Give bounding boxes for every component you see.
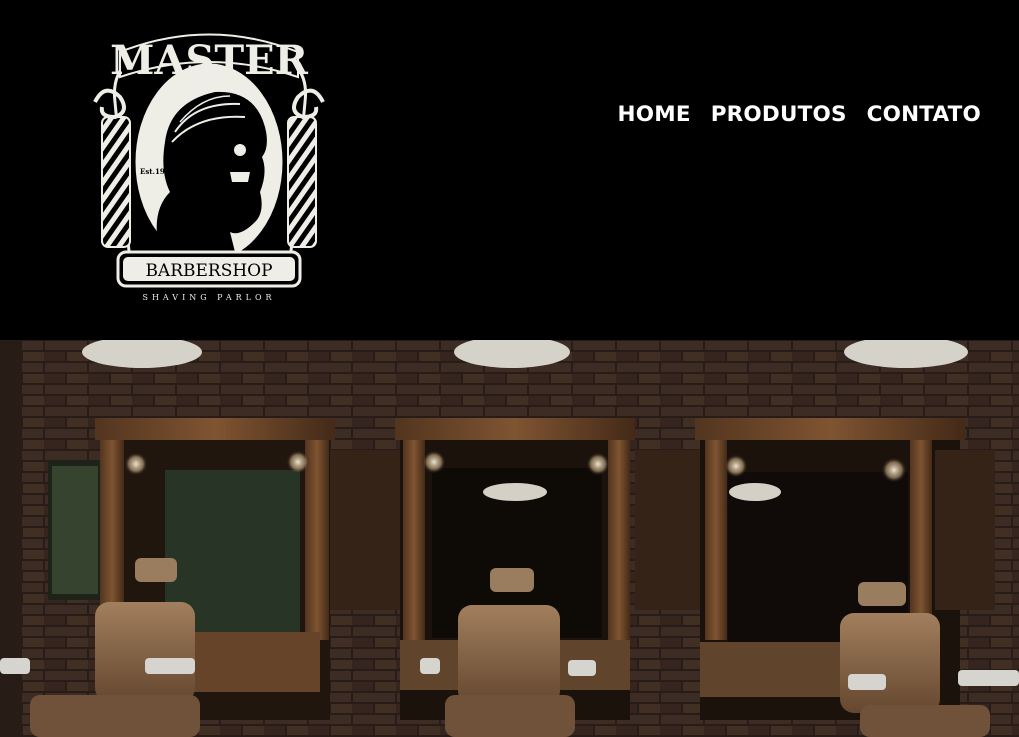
- main-nav: HOME PRODUTOS CONTATO: [618, 102, 981, 127]
- logo-banner-text: BARBERSHOP: [145, 261, 272, 281]
- site-header: Est.1990 MASTER BARBERSHOP SHAVING PARLO…: [0, 0, 1019, 340]
- barbershop-logo[interactable]: Est.1990 MASTER BARBERSHOP SHAVING PARLO…: [90, 22, 328, 307]
- logo-title: MASTER: [110, 37, 308, 84]
- nav-produtos-link[interactable]: PRODUTOS: [711, 102, 847, 127]
- logo-est-text: Est.1990: [140, 167, 175, 176]
- nav-home-link[interactable]: HOME: [618, 102, 691, 127]
- logo-sub-text: SHAVING PARLOR: [142, 293, 275, 302]
- nav-contato-link[interactable]: CONTATO: [867, 102, 981, 127]
- hero-image: [0, 340, 1019, 737]
- barbershop-interior-image: [0, 340, 1019, 737]
